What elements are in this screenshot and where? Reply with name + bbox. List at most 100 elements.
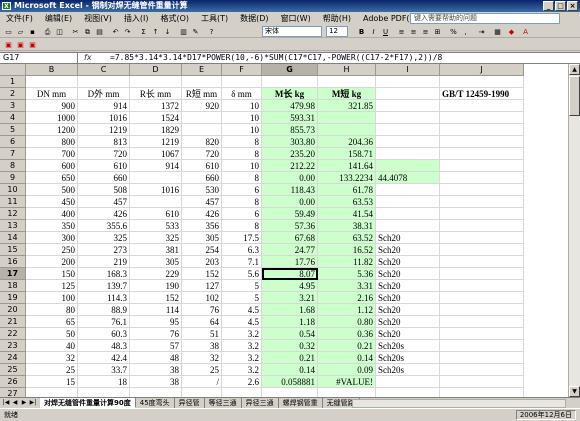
row-header-23[interactable]: 23 xyxy=(0,340,26,352)
cell-h21[interactable]: 0.80 xyxy=(318,316,376,328)
cell-b26[interactable]: 15 xyxy=(26,376,78,388)
cell-f27[interactable] xyxy=(222,388,262,397)
cell-e23[interactable]: 38 xyxy=(182,340,222,352)
cell-i15[interactable]: Sch20 xyxy=(376,244,440,256)
cell-g4[interactable]: 593.31 xyxy=(262,112,318,124)
cell-d2[interactable]: R长 mm xyxy=(130,88,182,100)
maximize-button[interactable]: □ xyxy=(555,1,566,11)
cell-g10[interactable]: 118.43 xyxy=(262,184,318,196)
cell-i18[interactable]: Sch20 xyxy=(376,280,440,292)
cell-b4[interactable]: 1000 xyxy=(26,112,78,124)
cell-h13[interactable]: 38.31 xyxy=(318,220,376,232)
cell-i17[interactable]: Sch20 xyxy=(376,268,440,280)
cell-c11[interactable]: 457 xyxy=(78,196,130,208)
cell-j8[interactable] xyxy=(440,160,524,172)
menu-help[interactable]: 帮助(H) xyxy=(317,12,357,25)
cell-f14[interactable]: 17.5 xyxy=(222,232,262,244)
cell-b25[interactable]: 25 xyxy=(26,364,78,376)
column-header-b[interactable]: B xyxy=(26,64,78,76)
cell-i16[interactable]: Sch20 xyxy=(376,256,440,268)
row-header-3[interactable]: 3 xyxy=(0,100,26,112)
cell-f6[interactable]: 8 xyxy=(222,136,262,148)
cell-c25[interactable]: 33.7 xyxy=(78,364,130,376)
cell-g23[interactable]: 0.32 xyxy=(262,340,318,352)
cell-b15[interactable]: 250 xyxy=(26,244,78,256)
cell-j12[interactable] xyxy=(440,208,524,220)
cell-b21[interactable]: 65 xyxy=(26,316,78,328)
cell-j23[interactable] xyxy=(440,340,524,352)
cell-h3[interactable]: 321.85 xyxy=(318,100,376,112)
cell-f18[interactable]: 5 xyxy=(222,280,262,292)
cell-f10[interactable]: 6 xyxy=(222,184,262,196)
row-header-6[interactable]: 6 xyxy=(0,136,26,148)
help-icon[interactable]: ? xyxy=(206,26,217,37)
row-header-27[interactable]: 27 xyxy=(0,388,26,397)
cell-c20[interactable]: 88.9 xyxy=(78,304,130,316)
row-header-22[interactable]: 22 xyxy=(0,328,26,340)
cell-g13[interactable]: 57.36 xyxy=(262,220,318,232)
cell-c7[interactable]: 720 xyxy=(78,148,130,160)
menu-view[interactable]: 视图(V) xyxy=(78,12,118,25)
next-sheet-icon[interactable]: ▶ xyxy=(20,399,28,407)
cell-i9[interactable]: 44.4078 xyxy=(376,172,440,184)
cell-f5[interactable]: 10 xyxy=(222,124,262,136)
cell-d3[interactable]: 1372 xyxy=(130,100,182,112)
cell-b19[interactable]: 100 xyxy=(26,292,78,304)
cell-c18[interactable]: 139.7 xyxy=(78,280,130,292)
undo-icon[interactable]: ↶ xyxy=(110,26,121,37)
row-header-21[interactable]: 21 xyxy=(0,316,26,328)
cell-e16[interactable]: 203 xyxy=(182,256,222,268)
cell-d10[interactable]: 1016 xyxy=(130,184,182,196)
cell-i14[interactable]: Sch20 xyxy=(376,232,440,244)
indent-icon[interactable]: ⇥ xyxy=(476,26,487,37)
cell-j6[interactable] xyxy=(440,136,524,148)
vertical-scrollbar[interactable]: ▲ ▼ xyxy=(568,64,580,397)
cell-j22[interactable] xyxy=(440,328,524,340)
row-header-16[interactable]: 16 xyxy=(0,256,26,268)
cell-g11[interactable]: 0.00 xyxy=(262,196,318,208)
cell-c26[interactable]: 18 xyxy=(78,376,130,388)
cell-c13[interactable]: 355.6 xyxy=(78,220,130,232)
menu-window[interactable]: 窗口(W) xyxy=(275,12,317,25)
cell-i19[interactable]: Sch20 xyxy=(376,292,440,304)
cell-g19[interactable]: 3.21 xyxy=(262,292,318,304)
cell-g14[interactable]: 67.68 xyxy=(262,232,318,244)
cell-i6[interactable] xyxy=(376,136,440,148)
font-color-icon[interactable]: A xyxy=(520,26,531,37)
cell-e9[interactable]: 660 xyxy=(182,172,222,184)
cell-h10[interactable]: 61.78 xyxy=(318,184,376,196)
cell-c22[interactable]: 60.3 xyxy=(78,328,130,340)
cell-h12[interactable]: 41.54 xyxy=(318,208,376,220)
row-header-1[interactable]: 1 xyxy=(0,76,26,88)
cell-b5[interactable]: 1200 xyxy=(26,124,78,136)
cell-j21[interactable] xyxy=(440,316,524,328)
cell-f21[interactable]: 4.5 xyxy=(222,316,262,328)
cell-j9[interactable] xyxy=(440,172,524,184)
cell-e8[interactable]: 610 xyxy=(182,160,222,172)
cell-e15[interactable]: 254 xyxy=(182,244,222,256)
cell-g8[interactable]: 212.22 xyxy=(262,160,318,172)
cell-c3[interactable]: 914 xyxy=(78,100,130,112)
sheet-tab[interactable]: 异径管 xyxy=(174,398,205,408)
row-header-11[interactable]: 11 xyxy=(0,196,26,208)
cell-h9[interactable]: 133.2234 xyxy=(318,172,376,184)
cell-e22[interactable]: 51 xyxy=(182,328,222,340)
cell-d4[interactable]: 1524 xyxy=(130,112,182,124)
cell-f8[interactable]: 10 xyxy=(222,160,262,172)
help-search-input[interactable]: 键入需要帮助的问题 xyxy=(410,13,560,24)
cell-d8[interactable]: 914 xyxy=(130,160,182,172)
cell-j16[interactable] xyxy=(440,256,524,268)
cell-c8[interactable]: 610 xyxy=(78,160,130,172)
cell-b6[interactable]: 800 xyxy=(26,136,78,148)
row-header-26[interactable]: 26 xyxy=(0,376,26,388)
cell-g2[interactable]: M长 kg xyxy=(262,88,318,100)
cell-b27[interactable] xyxy=(26,388,78,397)
cell-f24[interactable]: 3.2 xyxy=(222,352,262,364)
cell-d26[interactable]: 38 xyxy=(130,376,182,388)
cell-d24[interactable]: 48 xyxy=(130,352,182,364)
cell-f23[interactable]: 3.2 xyxy=(222,340,262,352)
row-header-9[interactable]: 9 xyxy=(0,172,26,184)
sum-icon[interactable]: Σ xyxy=(138,26,149,37)
cell-b13[interactable]: 350 xyxy=(26,220,78,232)
cell-c2[interactable]: D外 mm xyxy=(78,88,130,100)
